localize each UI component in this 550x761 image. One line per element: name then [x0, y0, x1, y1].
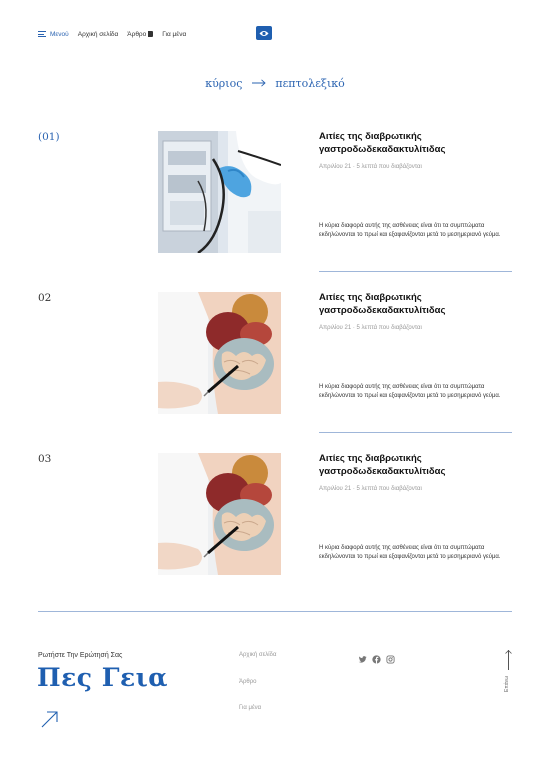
- divider: [319, 271, 512, 272]
- ask-question-label: Ρωτήστε Την Ερώτησή Σας: [38, 652, 123, 659]
- article-number: (01): [38, 131, 60, 143]
- breadcrumb-parent[interactable]: κύριος: [205, 77, 242, 90]
- nav-link-article[interactable]: Άρθρο: [127, 30, 154, 38]
- article-image-anatomy[interactable]: [158, 453, 281, 575]
- nav-link-article-label: Άρθρο: [127, 30, 147, 38]
- article-number: 03: [38, 453, 52, 465]
- eye-icon: [259, 30, 269, 36]
- facebook-icon[interactable]: [372, 651, 381, 664]
- footer-link-article[interactable]: Άρθρο: [239, 679, 257, 685]
- article-card: 02 Αιτίες της διαβρωτικής γαστροδωδεκαδα…: [38, 291, 512, 433]
- article-image-anatomy[interactable]: [158, 292, 281, 414]
- footer-divider: [38, 611, 512, 612]
- article-meta: Απριλίου 21 · 5 λεπτά που διαβάζονται: [319, 164, 422, 170]
- article-title[interactable]: Αιτίες της διαβρωτικής γαστροδωδεκαδακτυ…: [319, 130, 509, 156]
- article-excerpt: Η κύρια διαφορά αυτής της ασθένειας είνα…: [319, 223, 501, 238]
- accessibility-button[interactable]: [256, 26, 272, 40]
- nav-link-about[interactable]: Για μένα: [162, 31, 186, 38]
- article-title[interactable]: Αιτίες της διαβρωτικής γαστροδωδεκαδακτυ…: [319, 291, 509, 317]
- breadcrumb-current: πεπτολεξικό: [275, 77, 345, 90]
- footer-link-home[interactable]: Αρχική σελίδα: [239, 652, 276, 658]
- menu-label: Μενού: [50, 30, 69, 38]
- article-meta: Απριλίου 21 · 5 λεπτά που διαβάζονται: [319, 325, 422, 331]
- instagram-icon[interactable]: [386, 651, 395, 664]
- article-card: (01) Αιτίες της διαβρωτικής γαστροδωδεκα…: [38, 130, 512, 272]
- back-to-top-label: Επάνω: [504, 676, 510, 693]
- arrow-right-icon: [251, 79, 266, 87]
- arrow-up-right-icon[interactable]: [40, 709, 60, 729]
- article-title[interactable]: Αιτίες της διαβρωτικής γαστροδωδεκαδακτυ…: [319, 452, 509, 478]
- article-number: 02: [38, 292, 52, 304]
- book-icon: [148, 30, 154, 37]
- say-hello-heading: Πες Γεια: [37, 663, 169, 692]
- top-nav: Μενού Αρχική σελίδα Άρθρο Για μένα: [38, 27, 186, 41]
- social-links: [358, 651, 395, 664]
- back-to-top-button[interactable]: Επάνω: [503, 650, 515, 700]
- twitter-icon[interactable]: [358, 651, 367, 663]
- article-excerpt: Η κύρια διαφορά αυτής της ασθένειας είνα…: [319, 545, 501, 560]
- article-meta: Απριλίου 21 · 5 λεπτά που διαβάζονται: [319, 486, 422, 492]
- menu-icon: [38, 31, 46, 37]
- article-image-endoscope[interactable]: [158, 131, 281, 253]
- article-excerpt: Η κύρια διαφορά αυτής της ασθένειας είνα…: [319, 384, 501, 399]
- footer-link-about[interactable]: Για μένα: [239, 705, 261, 711]
- article-card: 03 Αιτίες της διαβρωτικής γαστροδωδεκαδα…: [38, 453, 512, 593]
- breadcrumb: κύριος πεπτολεξικό: [0, 77, 550, 90]
- arrow-up-icon: [505, 650, 512, 654]
- nav-link-home[interactable]: Αρχική σελίδα: [78, 31, 119, 38]
- menu-button[interactable]: Μενού: [38, 31, 69, 38]
- divider: [319, 432, 512, 433]
